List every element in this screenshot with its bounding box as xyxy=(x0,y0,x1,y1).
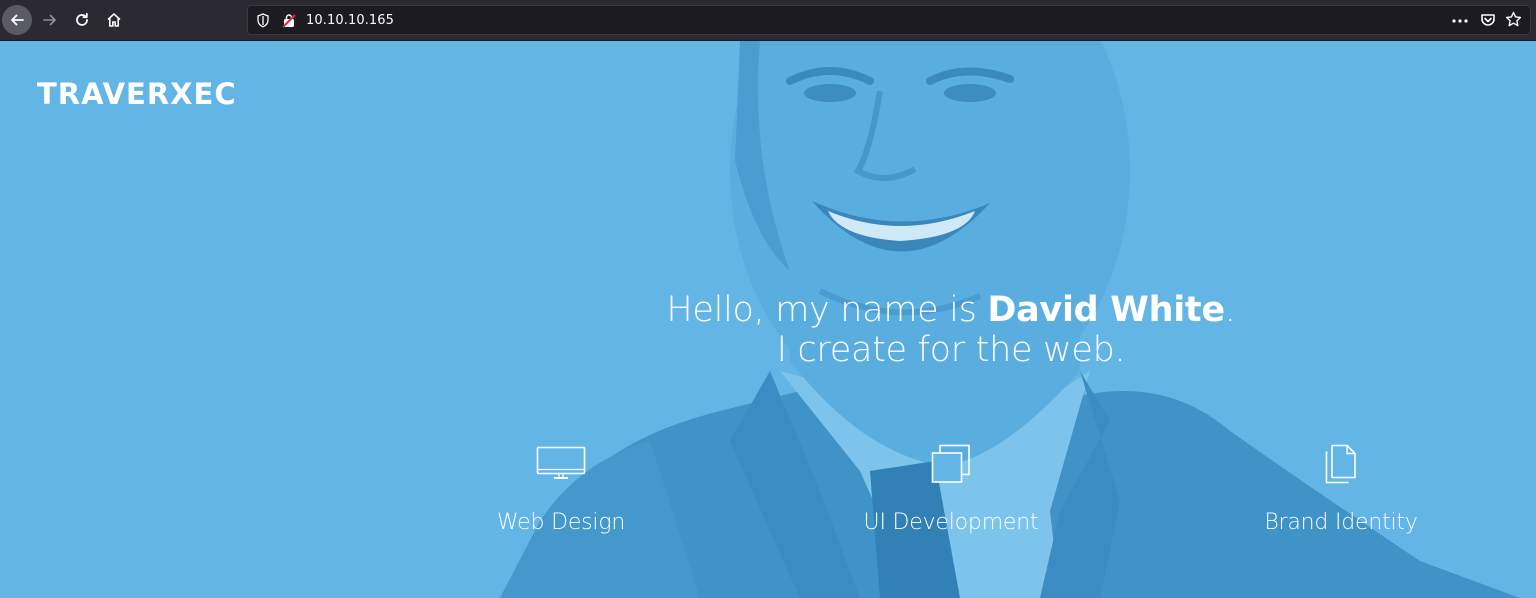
greeting-prefix: Hello, my name is xyxy=(666,290,988,330)
tagline: I create for the web. xyxy=(776,330,1126,370)
pocket-icon[interactable] xyxy=(1480,12,1496,28)
reload-button[interactable] xyxy=(67,5,97,35)
hero-section: TRAVERXEC Hello, my name is David White.… xyxy=(0,41,1536,598)
monitor-icon xyxy=(536,446,586,479)
service-ui-development: UI Development xyxy=(831,444,1071,535)
home-button[interactable] xyxy=(99,5,129,35)
bookmark-star-icon[interactable] xyxy=(1505,11,1522,28)
back-button[interactable] xyxy=(2,5,32,35)
service-label: UI Development xyxy=(863,510,1039,535)
site-logo[interactable]: TRAVERXEC xyxy=(37,77,237,111)
browser-toolbar: 10.10.10.165 xyxy=(0,0,1536,41)
person-name: David White xyxy=(987,290,1225,330)
forward-button[interactable] xyxy=(35,5,65,35)
reload-icon xyxy=(76,12,88,26)
documents-icon xyxy=(1325,444,1356,484)
insecure-lock-icon[interactable] xyxy=(282,13,296,28)
service-web-design: Web Design xyxy=(441,444,681,535)
url-text[interactable]: 10.10.10.165 xyxy=(306,13,394,28)
hero-headline: Hello, my name is David White. I create … xyxy=(480,290,1422,370)
stacked-windows-icon xyxy=(931,444,970,483)
service-label: Brand Identity xyxy=(1264,510,1418,535)
back-arrow-icon xyxy=(11,14,24,26)
page-actions-icon[interactable] xyxy=(1452,19,1468,23)
home-icon xyxy=(107,13,121,27)
shield-icon[interactable] xyxy=(256,13,270,28)
greeting-suffix: . xyxy=(1224,290,1236,330)
address-bar[interactable]: 10.10.10.165 xyxy=(247,5,1531,35)
service-label: Web Design xyxy=(496,510,626,535)
service-brand-identity: Brand Identity xyxy=(1221,444,1461,535)
forward-arrow-icon xyxy=(43,14,56,26)
